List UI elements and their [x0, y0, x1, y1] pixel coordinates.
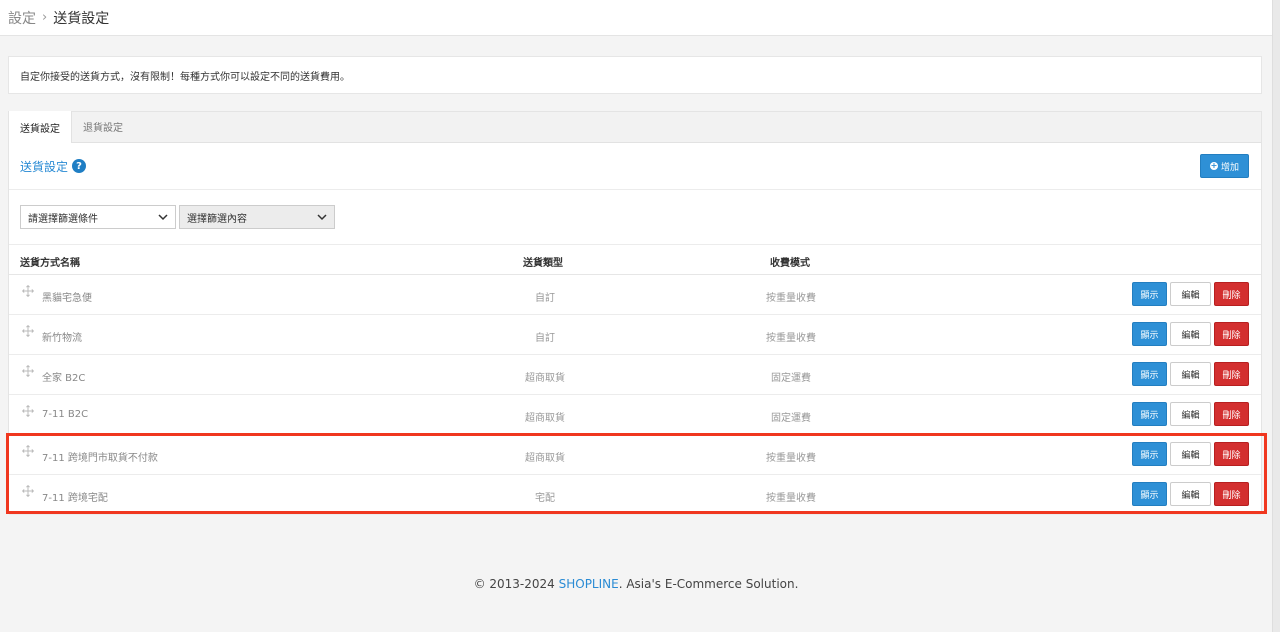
header-mode: 收費模式 [770, 258, 810, 269]
fee-mode: 固定運費 [771, 413, 811, 424]
shipping-type: 宅配 [535, 493, 555, 504]
chevron-down-icon [317, 214, 327, 221]
row-actions: 顯示 編輯 刪除 [1132, 482, 1249, 506]
shipping-type: 超商取貨 [525, 453, 565, 464]
shipping-type: 超商取貨 [525, 373, 565, 384]
delete-button[interactable]: 刪除 [1214, 362, 1249, 386]
plus-circle-icon: + [1209, 161, 1218, 170]
fee-mode: 按重量收費 [766, 493, 816, 504]
table-row: 新竹物流 自訂 按重量收費 顯示 編輯 刪除 [9, 315, 1261, 355]
shipping-panel: 送貨設定 退貨設定 送貨設定 ? + 增加 請選擇篩選條件 選擇篩選內容 送貨方… [8, 111, 1262, 515]
chevron-down-icon [158, 214, 168, 221]
tab-shipping-settings[interactable]: 送貨設定 [9, 111, 72, 143]
row-actions: 顯示 編輯 刪除 [1132, 282, 1249, 306]
table-body: 黑貓宅急便 自訂 按重量收費 顯示 編輯 刪除 新竹物流 自訂 按重量收費 顯示… [9, 275, 1261, 515]
footer-brand-link[interactable]: SHOPLINE [559, 577, 619, 591]
tab-return-settings[interactable]: 退貨設定 [72, 111, 134, 142]
show-button[interactable]: 顯示 [1132, 362, 1167, 386]
filter-condition-value: 請選擇篩選條件 [28, 213, 98, 225]
info-box: 自定你接受的送貨方式，沒有限制！每種方式你可以設定不同的送貨費用。 [8, 56, 1262, 94]
shipping-type: 超商取貨 [525, 413, 565, 424]
footer-suffix: . Asia's E-Commerce Solution. [618, 577, 799, 591]
table-row: 7-11 B2C 超商取貨 固定運費 顯示 編輯 刪除 [9, 395, 1261, 435]
footer: © 2013-2024 SHOPLINE. Asia's E-Commerce … [0, 577, 1272, 591]
header-name: 送貨方式名稱 [20, 258, 80, 269]
fee-mode: 按重量收費 [766, 293, 816, 304]
edit-button[interactable]: 編輯 [1170, 402, 1211, 426]
fee-mode: 固定運費 [771, 373, 811, 384]
filter-content-value: 選擇篩選內容 [187, 213, 247, 225]
table-row: 7-11 跨境門市取貨不付款 超商取貨 按重量收費 顯示 編輯 刪除 [9, 435, 1261, 475]
table-row: 黑貓宅急便 自訂 按重量收費 顯示 編輯 刪除 [9, 275, 1261, 315]
edit-button[interactable]: 編輯 [1170, 442, 1211, 466]
delete-button[interactable]: 刪除 [1214, 402, 1249, 426]
filter-bar: 請選擇篩選條件 選擇篩選內容 [9, 190, 1261, 245]
filter-condition-select[interactable]: 請選擇篩選條件 [20, 205, 176, 229]
row-actions: 顯示 編輯 刪除 [1132, 322, 1249, 346]
show-button[interactable]: 顯示 [1132, 322, 1167, 346]
page-title: 送貨設定 [53, 10, 110, 27]
header-type: 送貨類型 [523, 258, 563, 269]
breadcrumb-parent[interactable]: 設定 [8, 8, 36, 28]
delete-button[interactable]: 刪除 [1214, 482, 1249, 506]
edit-button[interactable]: 編輯 [1170, 322, 1211, 346]
filter-content-select[interactable]: 選擇篩選內容 [179, 205, 335, 229]
delete-button[interactable]: 刪除 [1214, 442, 1249, 466]
breadcrumb-separator: › [42, 10, 48, 25]
tab-bar: 送貨設定 退貨設定 [9, 111, 1261, 143]
info-text: 自定你接受的送貨方式，沒有限制！每種方式你可以設定不同的送貨費用。 [20, 71, 350, 83]
row-actions: 顯示 編輯 刪除 [1132, 362, 1249, 386]
show-button[interactable]: 顯示 [1132, 402, 1167, 426]
show-button[interactable]: 顯示 [1132, 442, 1167, 466]
window-edge [1272, 0, 1280, 632]
table-header: 送貨方式名稱 送貨類型 收費模式 [9, 245, 1261, 275]
shipping-type: 自訂 [535, 333, 555, 344]
show-button[interactable]: 顯示 [1132, 482, 1167, 506]
edit-button[interactable]: 編輯 [1170, 282, 1211, 306]
fee-mode: 按重量收費 [766, 333, 816, 344]
footer-prefix: © 2013-2024 [473, 577, 559, 591]
breadcrumb: 設定 › 送貨設定 [0, 0, 1272, 36]
delete-button[interactable]: 刪除 [1214, 282, 1249, 306]
show-button[interactable]: 顯示 [1132, 282, 1167, 306]
add-button-label: 增加 [1220, 162, 1239, 173]
edit-button[interactable]: 編輯 [1170, 482, 1211, 506]
section-header: 送貨設定 ? + 增加 [9, 143, 1261, 190]
table-row: 全家 B2C 超商取貨 固定運費 顯示 編輯 刪除 [9, 355, 1261, 395]
table-row: 7-11 跨境宅配 宅配 按重量收費 顯示 編輯 刪除 [9, 475, 1261, 515]
fee-mode: 按重量收費 [766, 453, 816, 464]
shipping-type: 自訂 [535, 293, 555, 304]
row-actions: 顯示 編輯 刪除 [1132, 402, 1249, 426]
row-actions: 顯示 編輯 刪除 [1132, 442, 1249, 466]
help-icon[interactable]: ? [72, 159, 87, 173]
delete-button[interactable]: 刪除 [1214, 322, 1249, 346]
section-title: 送貨設定 ? [20, 158, 87, 175]
edit-button[interactable]: 編輯 [1170, 362, 1211, 386]
add-button[interactable]: + 增加 [1199, 154, 1249, 178]
section-title-text: 送貨設定 [20, 159, 69, 174]
